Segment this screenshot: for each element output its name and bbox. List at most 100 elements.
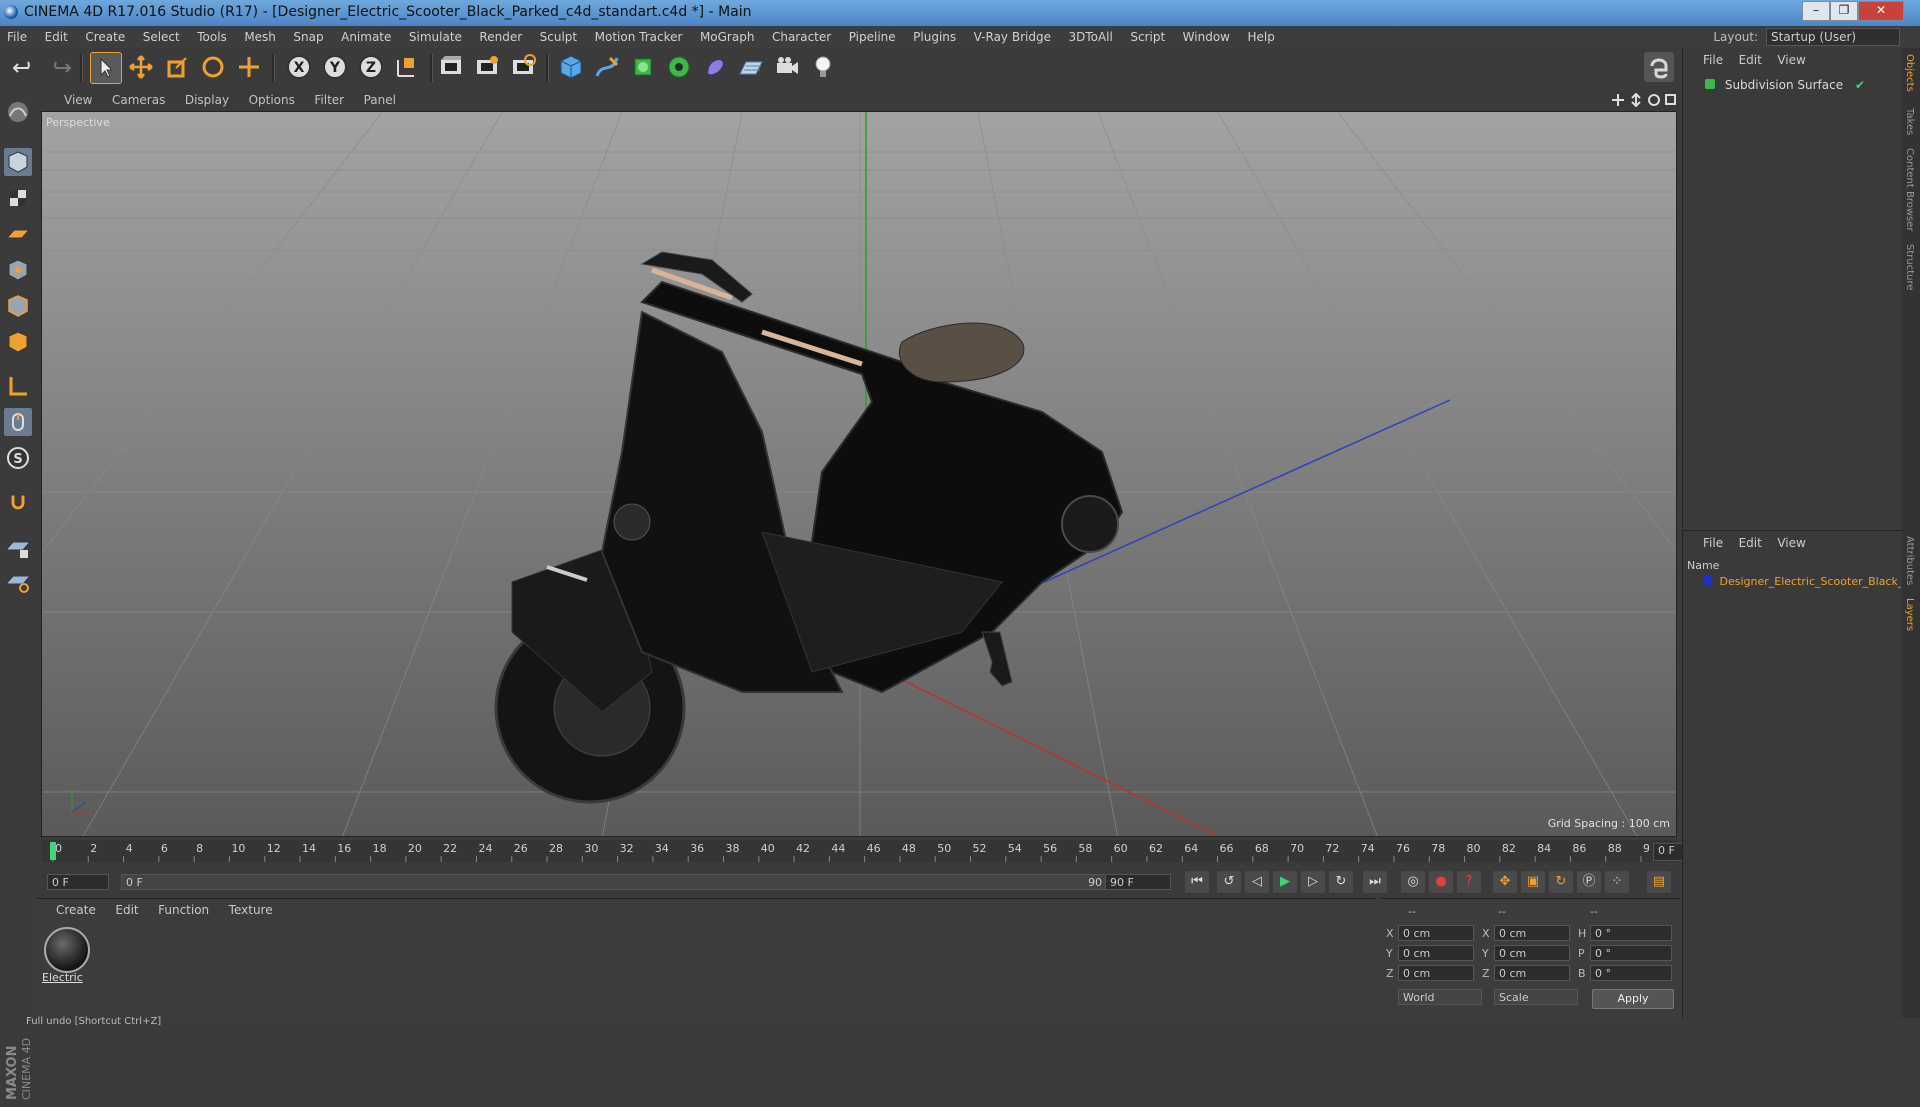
- autokeying-icon[interactable]: ●: [1429, 871, 1453, 893]
- transform-icon[interactable]: [234, 52, 264, 82]
- coordinate-system-icon[interactable]: [392, 52, 422, 82]
- size-z-field[interactable]: 0 cm: [1494, 965, 1570, 981]
- camera-icon[interactable]: [772, 52, 802, 82]
- menu-snap[interactable]: Snap: [286, 26, 330, 48]
- menu-animate[interactable]: Animate: [334, 26, 398, 48]
- tab-attributes[interactable]: Attributes: [1904, 536, 1915, 585]
- object-row-subdivision-surface[interactable]: Subdivision Surface ✔: [1687, 78, 1897, 96]
- material-menu-edit[interactable]: Edit: [107, 899, 146, 921]
- record-pla-icon[interactable]: ⁘: [1605, 871, 1629, 893]
- tab-takes[interactable]: Takes: [1904, 108, 1915, 135]
- previous-key-icon[interactable]: ↺: [1217, 871, 1241, 893]
- render-view-icon[interactable]: [436, 52, 466, 82]
- render-picture-viewer-icon[interactable]: [472, 52, 502, 82]
- end-frame-field[interactable]: 90 F: [1105, 874, 1171, 890]
- menu-simulate[interactable]: Simulate: [402, 26, 469, 48]
- menu-3dtoall[interactable]: 3DToAll: [1061, 26, 1119, 48]
- record-keys-icon[interactable]: ◎: [1401, 871, 1425, 893]
- menu-script[interactable]: Script: [1123, 26, 1172, 48]
- x-axis-lock-icon[interactable]: X: [284, 52, 314, 82]
- record-rotation-icon[interactable]: ↻: [1549, 871, 1573, 893]
- scale-icon[interactable]: [162, 52, 192, 82]
- position-z-field[interactable]: 0 cm: [1398, 965, 1474, 981]
- viewport-navigation-icons[interactable]: [1612, 92, 1676, 108]
- rotation-p-field[interactable]: 0 °: [1590, 945, 1672, 961]
- perspective-viewport[interactable]: Perspective Grid Spacing : 100 cm: [41, 111, 1677, 837]
- menu-mograph[interactable]: MoGraph: [693, 26, 762, 48]
- menu-select[interactable]: Select: [136, 26, 187, 48]
- floor-icon[interactable]: [736, 52, 766, 82]
- menu-file[interactable]: File: [0, 26, 34, 48]
- workplane-align-icon[interactable]: [4, 568, 32, 596]
- texture-mode-icon[interactable]: [4, 184, 32, 212]
- position-x-field[interactable]: 0 cm: [1398, 925, 1474, 941]
- model-mode-icon[interactable]: [4, 148, 32, 176]
- tab-layers[interactable]: Layers: [1904, 598, 1915, 631]
- minimize-button[interactable]: –: [1802, 1, 1830, 21]
- edges-mode-icon[interactable]: [4, 292, 32, 320]
- move-icon[interactable]: [126, 52, 156, 82]
- menu-window[interactable]: Window: [1176, 26, 1237, 48]
- layer-menu-edit[interactable]: Edit: [1733, 531, 1768, 555]
- previous-frame-icon[interactable]: ◁: [1245, 871, 1269, 893]
- menu-edit[interactable]: Edit: [38, 26, 75, 48]
- position-y-field[interactable]: 0 cm: [1398, 945, 1474, 961]
- menu-create[interactable]: Create: [78, 26, 132, 48]
- z-axis-lock-icon[interactable]: Z: [356, 52, 386, 82]
- start-frame-field[interactable]: 0 F: [47, 874, 109, 890]
- tweak-mode-icon[interactable]: [4, 408, 32, 436]
- viewport-menu-options[interactable]: Options: [241, 90, 303, 110]
- material-label[interactable]: Electric: [42, 971, 83, 984]
- menu-character[interactable]: Character: [765, 26, 838, 48]
- layer-menu-file[interactable]: File: [1697, 531, 1729, 555]
- menu-tools[interactable]: Tools: [190, 26, 234, 48]
- coordinate-mode-dropdown[interactable]: World: [1398, 989, 1482, 1005]
- play-icon[interactable]: ▶: [1273, 871, 1297, 893]
- menu-mesh[interactable]: Mesh: [237, 26, 283, 48]
- subdivision-surface-icon[interactable]: [628, 52, 658, 82]
- cloner-icon[interactable]: [664, 52, 694, 82]
- go-to-end-icon[interactable]: ⏭: [1363, 871, 1387, 893]
- viewport-menu-panel[interactable]: Panel: [356, 90, 404, 110]
- enable-axis-icon[interactable]: [4, 372, 32, 400]
- render-settings-icon[interactable]: [508, 52, 538, 82]
- viewport-menu-view[interactable]: View: [56, 90, 100, 110]
- record-scale-icon[interactable]: ▣: [1521, 871, 1545, 893]
- tab-content-browser[interactable]: Content Browser: [1904, 148, 1915, 231]
- next-key-icon[interactable]: ↻: [1329, 871, 1353, 893]
- menu-help[interactable]: Help: [1240, 26, 1281, 48]
- apply-button[interactable]: Apply: [1592, 989, 1674, 1009]
- rotation-h-field[interactable]: 0 °: [1590, 925, 1672, 941]
- tab-structure[interactable]: Structure: [1904, 244, 1915, 291]
- object-menu-file[interactable]: File: [1697, 48, 1729, 72]
- polygons-mode-icon[interactable]: [4, 328, 32, 356]
- material-menu-texture[interactable]: Texture: [221, 899, 281, 921]
- menu-pipeline[interactable]: Pipeline: [842, 26, 903, 48]
- snap-magnet-icon[interactable]: [4, 488, 32, 516]
- layout-selector[interactable]: Layout: Startup (User): [1713, 28, 1900, 46]
- size-mode-dropdown[interactable]: Scale: [1494, 989, 1578, 1005]
- size-x-field[interactable]: 0 cm: [1494, 925, 1570, 941]
- deformer-icon[interactable]: [700, 52, 730, 82]
- menu-motion-tracker[interactable]: Motion Tracker: [588, 26, 690, 48]
- layer-menu-view[interactable]: View: [1771, 531, 1811, 555]
- viewport-menu-display[interactable]: Display: [177, 90, 237, 110]
- make-editable-icon[interactable]: [4, 98, 32, 126]
- object-menu-edit[interactable]: Edit: [1733, 48, 1768, 72]
- menu-sculpt[interactable]: Sculpt: [533, 26, 584, 48]
- maximize-button[interactable]: ❐: [1830, 1, 1858, 21]
- go-to-start-icon[interactable]: ⏮: [1185, 871, 1209, 893]
- preview-range-slider[interactable]: 0 F 90 F: [121, 874, 1131, 890]
- solo-icon[interactable]: S: [4, 444, 32, 472]
- object-visibility-check-icon[interactable]: ✔: [1855, 78, 1865, 92]
- viewport-menu-filter[interactable]: Filter: [306, 90, 352, 110]
- menu-render[interactable]: Render: [472, 26, 529, 48]
- light-icon[interactable]: [808, 52, 838, 82]
- record-parameter-icon[interactable]: Ⓟ: [1577, 871, 1601, 893]
- playhead-marker[interactable]: [50, 842, 56, 860]
- workplane-lock-icon[interactable]: [4, 534, 32, 562]
- python-icon[interactable]: [1644, 52, 1674, 82]
- material-menu-function[interactable]: Function: [150, 899, 217, 921]
- menu-vray-bridge[interactable]: V-Ray Bridge: [967, 26, 1058, 48]
- object-menu-view[interactable]: View: [1771, 48, 1811, 72]
